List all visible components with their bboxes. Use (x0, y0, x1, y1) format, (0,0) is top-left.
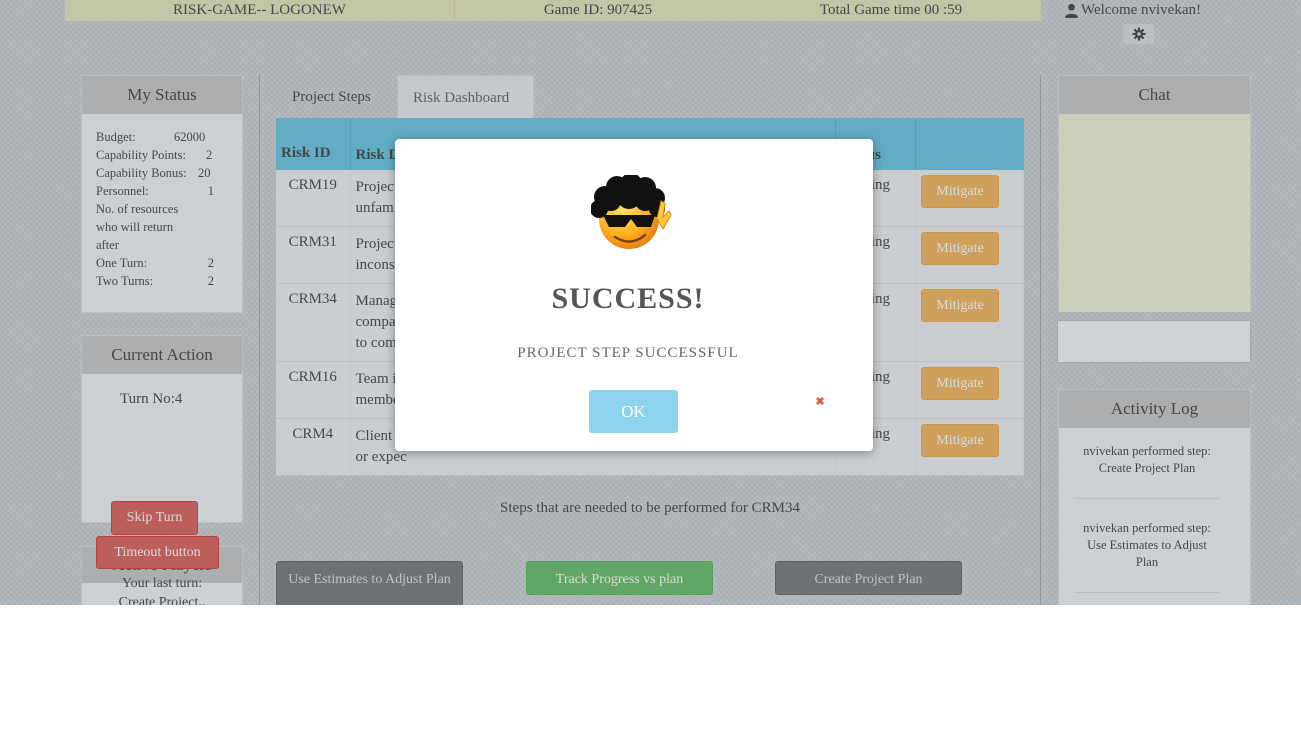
activity-log-item: nvivekan performed step: Create Project … (1074, 428, 1220, 499)
current-action-panel: Current Action Turn No:4 (81, 335, 243, 523)
total-game-time: Total Game time 00 :59 (819, 2, 963, 18)
welcome-text: Welcome nvivekan! (1081, 2, 1201, 18)
personnel-label: Personnel: (96, 184, 149, 198)
game-screen: RISK-GAME-- LOGONEW Game ID: 907425 Tota… (0, 0, 1301, 605)
risk-action-cell: Mitigate (915, 418, 1025, 476)
two-turns-label: Two Turns: (96, 274, 154, 288)
personnel-value: 1 (207, 184, 214, 198)
risk-action-cell: Mitigate (915, 226, 1025, 284)
mitigate-button[interactable]: Mitigate (920, 367, 999, 400)
tab-project-steps[interactable]: Project Steps (277, 75, 392, 118)
my-status-body: Budget: 62000 Capability Points: 2 Capabil… (82, 114, 242, 290)
mitigate-button[interactable]: Mitigate (920, 232, 999, 265)
mitigate-button[interactable]: Mitigate (920, 175, 999, 208)
tab-risk-dashboard[interactable]: Risk Dashboard (397, 75, 534, 118)
left-divider (259, 75, 260, 605)
activity-log-title: Activity Log (1059, 390, 1250, 428)
risk-id: CRM16 (276, 361, 351, 419)
activity-log-panel: Activity Log nvivekan performed step: Cr… (1058, 389, 1251, 605)
turn-number: Turn No:4 (120, 391, 183, 407)
my-status-title: My Status (82, 76, 242, 114)
close-icon[interactable]: ✖ (815, 397, 825, 408)
cool-emoji-icon (591, 175, 672, 249)
risk-action-cell: Mitigate (915, 170, 1025, 227)
welcome-user[interactable]: Welcome nvivekan! (1064, 2, 1201, 19)
risk-id: CRM19 (276, 170, 351, 227)
chat-panel: Chat (1058, 75, 1251, 312)
chat-messages (1059, 114, 1250, 312)
steps-needed-label: Steps that are needed to be performed fo… (500, 500, 800, 516)
risk-action-cell: Mitigate (915, 361, 1025, 419)
use-estimates-button[interactable]: Use Estimates to Adjust Plan (276, 561, 463, 605)
gear-icon (1131, 27, 1146, 41)
action-header (915, 118, 1024, 170)
chat-title: Chat (1059, 76, 1250, 114)
capability-points-label: Capability Points: (96, 148, 186, 162)
success-dialog: SUCCESS! PROJECT STEP SUCCESSFUL OK ✖ (395, 139, 873, 451)
mitigate-button[interactable]: Mitigate (920, 424, 999, 457)
capability-bonus-label: Capability Bonus: (96, 166, 187, 180)
activity-log-item: nvivekan performed step: Use Estimates t… (1074, 499, 1220, 593)
chat-input[interactable] (1057, 320, 1251, 363)
track-progress-button[interactable]: Track Progress vs plan (526, 561, 713, 595)
user-icon (1064, 3, 1079, 18)
game-header-bar: RISK-GAME-- LOGONEW Game ID: 907425 Tota… (65, 0, 1041, 21)
my-status-panel: My Status Budget: 62000 Capability Points… (81, 75, 243, 313)
risk-action-cell: Mitigate (915, 283, 1025, 362)
capability-bonus-value: 20 (198, 166, 211, 180)
one-turn-label: One Turn: (96, 256, 148, 270)
risk-id: CRM31 (276, 226, 351, 284)
dialog-title: SUCCESS! (551, 282, 705, 315)
timeout-button[interactable]: Timeout button (96, 536, 219, 569)
current-action-title: Current Action (82, 336, 242, 374)
two-turns-value: 2 (207, 274, 214, 288)
capability-points-value: 2 (206, 148, 213, 162)
create-project-plan-button[interactable]: Create Project Plan (775, 561, 962, 595)
risk-id-header: Risk ID (276, 118, 351, 170)
ok-button[interactable]: OK (589, 390, 678, 433)
one-turn-value: 2 (207, 256, 214, 270)
skip-turn-button[interactable]: Skip Turn (111, 501, 198, 535)
right-divider (1040, 75, 1041, 605)
risk-id: CRM4 (276, 418, 351, 476)
game-name: RISK-GAME-- LOGONEW (65, 0, 455, 21)
mitigate-button[interactable]: Mitigate (920, 289, 999, 322)
resources-return-label: No. of resources who will return after (96, 202, 179, 252)
last-turn-value: Create Project.. (118, 595, 206, 605)
settings-button[interactable] (1123, 24, 1154, 44)
last-turn-label: Your last turn: (121, 576, 203, 591)
game-id: Game ID: 907425 (543, 2, 653, 18)
budget-value: 62000 (174, 130, 206, 144)
risk-id: CRM34 (276, 283, 351, 362)
dialog-message: PROJECT STEP SUCCESSFUL (517, 345, 739, 361)
